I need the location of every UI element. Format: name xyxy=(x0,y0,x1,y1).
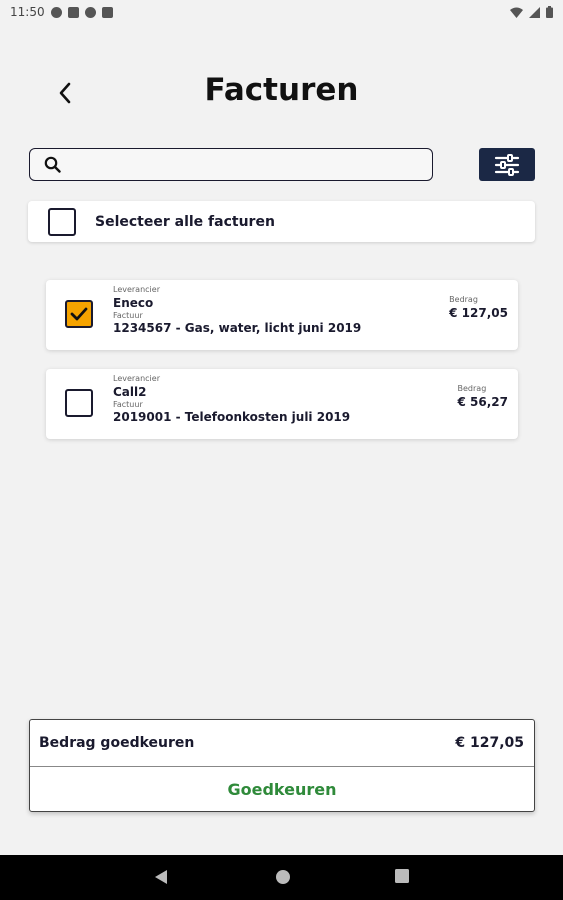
approve-button[interactable]: Goedkeuren xyxy=(30,767,534,812)
invoice-checkbox[interactable] xyxy=(65,389,93,417)
invoice-description: 1234567 - Gas, water, licht juni 2019 xyxy=(113,321,362,335)
nav-home-icon[interactable] xyxy=(275,869,291,885)
status-time: 11:50 xyxy=(10,5,45,19)
supplier-label: Leverancier xyxy=(113,285,160,294)
checkmark-icon xyxy=(70,307,88,321)
wifi-icon xyxy=(510,7,523,18)
page-title: Facturen xyxy=(204,72,359,108)
select-all-row[interactable]: Selecteer alle facturen xyxy=(28,201,535,242)
amount-label: Bedrag xyxy=(449,295,478,304)
status-left: 11:50 xyxy=(10,5,113,19)
sd-card-icon xyxy=(101,6,113,18)
supplier-label: Leverancier xyxy=(113,374,160,383)
select-all-label: Selecteer alle facturen xyxy=(95,213,275,230)
status-bar: 11:50 xyxy=(0,0,563,24)
invoice-checkbox[interactable] xyxy=(65,300,93,328)
invoice-info: Leverancier Eneco Factuur 1234567 - Gas,… xyxy=(113,285,361,336)
battery-icon xyxy=(546,6,553,18)
filter-button[interactable] xyxy=(479,148,535,181)
supplier-name: Eneco xyxy=(113,296,154,310)
invoice-label: Factuur xyxy=(113,400,143,409)
select-all-checkbox[interactable] xyxy=(48,207,76,236)
nav-recents-icon[interactable] xyxy=(395,869,409,883)
invoice-amount-block: Bedrag € 127,05 xyxy=(449,295,508,321)
supplier-name: Call2 xyxy=(113,385,147,399)
approve-amount-label: Bedrag goedkeuren xyxy=(39,735,195,751)
navigation-bar xyxy=(0,855,563,900)
search-icon xyxy=(44,156,61,173)
nav-back-icon[interactable] xyxy=(154,869,168,885)
invoice-label: Factuur xyxy=(113,311,143,320)
invoice-info: Leverancier Call2 Factuur 2019001 - Tele… xyxy=(113,374,350,425)
invoice-card-eneco[interactable]: Leverancier Eneco Factuur 1234567 - Gas,… xyxy=(46,280,518,350)
sliders-icon xyxy=(494,153,520,176)
invoice-amount: € 56,27 xyxy=(457,395,508,409)
notification-a-icon xyxy=(50,6,62,18)
invoice-amount: € 127,05 xyxy=(449,306,508,320)
notification-circle-icon xyxy=(84,6,96,18)
search-box[interactable] xyxy=(29,148,433,181)
invoice-description: 2019001 - Telefoonkosten juli 2019 xyxy=(113,410,351,424)
search-input[interactable] xyxy=(69,149,432,180)
approve-total-amount: € 127,05 xyxy=(455,735,524,751)
status-right xyxy=(510,6,553,18)
invoice-card-call2[interactable]: Leverancier Call2 Factuur 2019001 - Tele… xyxy=(46,369,518,439)
amount-label: Bedrag xyxy=(457,384,487,393)
invoice-amount-block: Bedrag € 56,27 xyxy=(458,384,508,410)
approve-panel: Bedrag goedkeuren € 127,05 Goedkeuren xyxy=(29,719,535,812)
signal-icon xyxy=(529,6,540,18)
approve-summary-row: Bedrag goedkeuren € 127,05 xyxy=(30,720,534,767)
notification-square-icon xyxy=(67,6,79,18)
